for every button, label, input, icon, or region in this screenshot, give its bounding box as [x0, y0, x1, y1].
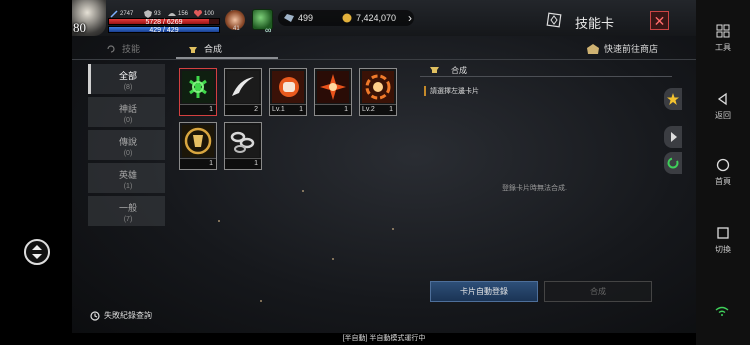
skill-card[interactable]: 1: [224, 122, 262, 170]
grid-icon: [716, 24, 730, 38]
synthesis-empty-message: 登錄卡片時無法合成.: [502, 185, 567, 192]
skill-card[interactable]: 2: [224, 68, 262, 116]
card-footer: 1: [180, 104, 216, 115]
sparkle: [260, 300, 262, 302]
auto-register-button[interactable]: 卡片自動登錄: [430, 281, 538, 302]
selection-hint: 請選擇左邊卡片: [424, 86, 479, 96]
currency-chevron-icon[interactable]: ›: [408, 11, 412, 25]
star-icon: [667, 93, 679, 105]
card-footer: Lv.2 1: [360, 104, 396, 115]
wind-slash-icon: [227, 71, 259, 103]
spiral-icon: [107, 44, 115, 53]
card-footer: Lv.1 1: [270, 104, 306, 115]
refresh-icon: [667, 157, 679, 169]
tools-button[interactable]: 工具: [696, 24, 750, 53]
sparkle: [332, 258, 334, 260]
category-myth[interactable]: 神話 (0): [88, 97, 165, 127]
wing-icon: [168, 13, 176, 16]
active-tab-indicator: [176, 57, 278, 59]
buff-duration: ∞: [265, 25, 272, 35]
gold-emblem-icon: [182, 125, 214, 157]
home-circle-icon: [716, 158, 730, 172]
sparkle: [302, 190, 304, 192]
floating-assistive-button[interactable]: [24, 239, 50, 265]
stat-two: 93: [144, 10, 161, 18]
side-tab-refresh[interactable]: [664, 152, 682, 174]
back-button[interactable]: 返回: [696, 92, 750, 121]
shop-icon: [587, 43, 599, 54]
crystal-icon: [284, 14, 294, 22]
up-down-arrows-icon: [32, 245, 42, 259]
tab-skill[interactable]: 技能: [106, 42, 140, 55]
fail-log-link[interactable]: 失敗紀錄查詢: [90, 310, 152, 321]
close-button[interactable]: ✕: [650, 11, 669, 30]
category-all[interactable]: 全部 (8): [88, 64, 165, 94]
mp-bar: 429 / 429: [108, 26, 220, 34]
skill-card[interactable]: 1: [179, 122, 217, 170]
chain-icon: [227, 125, 259, 157]
green-seal-icon: [182, 71, 214, 103]
fire-vortex-icon: [362, 71, 394, 103]
category-hero[interactable]: 英雄 (1): [88, 163, 165, 193]
fire-fist-icon: [272, 71, 304, 103]
anvil-icon: [430, 67, 439, 73]
left-gutter: [0, 0, 72, 345]
shield-icon: [144, 10, 152, 18]
sparkle: [392, 228, 394, 230]
side-tab-play[interactable]: [664, 126, 682, 148]
wifi-icon: [715, 306, 729, 316]
top-status-bar: 80 2747 93 156 100 5728 / 6269 429 / 429…: [72, 0, 696, 36]
gem-amount: 499: [298, 13, 314, 23]
game-screen: 80 2747 93 156 100 5728 / 6269 429 / 429…: [72, 0, 696, 345]
home-button[interactable]: 首頁: [696, 158, 750, 187]
skill-card[interactable]: 1: [314, 68, 352, 116]
side-tab-star[interactable]: [664, 88, 682, 110]
card-footer: 1: [180, 158, 216, 169]
synthesis-panel-header: 合成: [420, 63, 672, 77]
auto-mode-status: [半自動] 半自動模式運行中: [72, 333, 696, 345]
player-level: 80: [73, 20, 86, 35]
back-triangle-icon: [717, 92, 727, 106]
buff-count: 41: [233, 26, 240, 32]
craft-button[interactable]: 合成: [544, 281, 652, 302]
stat-four: 100: [194, 10, 214, 18]
heart-icon: [194, 10, 202, 17]
stat-power: 2747: [110, 10, 133, 18]
skill-card[interactable]: Lv.2 1: [359, 68, 397, 116]
skill-card-icon: [546, 12, 562, 28]
mp-text: 429 / 429: [149, 27, 179, 34]
history-icon: [90, 310, 100, 321]
skill-card[interactable]: Lv.1 1: [269, 68, 307, 116]
gold-amount: 7,424,070: [356, 13, 397, 23]
category-legend[interactable]: 傳說 (0): [88, 130, 165, 160]
category-normal[interactable]: 一般 (7): [88, 196, 165, 226]
category-list: 全部 (8) 神話 (0) 傳說 (0) 英雄 (1) 一般 (7): [88, 64, 165, 229]
tab-synthesis[interactable]: 合成: [188, 42, 222, 55]
card-footer: 2: [225, 104, 261, 115]
switch-button[interactable]: 切換: [696, 226, 750, 255]
window-title: 技能卡: [575, 16, 615, 31]
sparkle: [218, 220, 220, 222]
sword-icon: [110, 10, 118, 18]
stat-three: 156: [168, 10, 188, 18]
fire-burst-icon: [317, 71, 349, 103]
system-navigation-bar: 工具 返回 首頁 切換: [696, 0, 750, 345]
card-footer: 1: [225, 158, 261, 169]
recents-square-icon: [717, 227, 729, 239]
skill-card[interactable]: 1: [179, 68, 217, 116]
card-footer: 1: [315, 104, 351, 115]
gold-coin-icon: [342, 13, 352, 23]
play-icon: [671, 132, 677, 142]
anvil-icon: [189, 46, 197, 53]
shop-shortcut-link[interactable]: 快速前往商店: [586, 42, 658, 55]
hp-bar: 5728 / 6269: [108, 18, 220, 26]
